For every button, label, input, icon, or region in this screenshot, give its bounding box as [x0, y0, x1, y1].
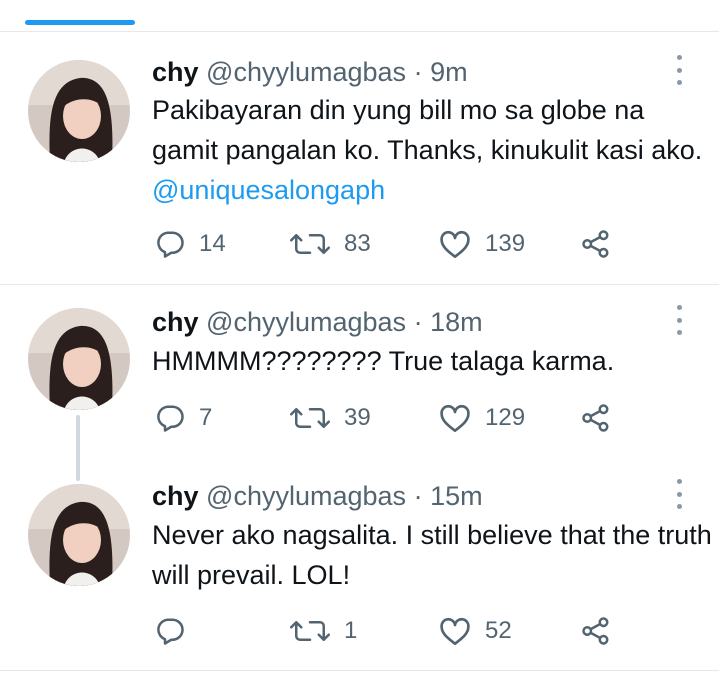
like-button[interactable]: 139	[439, 227, 525, 261]
retweet-count: 39	[344, 404, 371, 431]
avatar[interactable]	[28, 60, 130, 162]
avatar[interactable]	[28, 484, 130, 586]
retweet-icon	[290, 621, 330, 641]
active-tab-indicator	[25, 20, 135, 25]
more-options-icon[interactable]	[672, 479, 686, 509]
share-icon	[582, 230, 609, 258]
share-button[interactable]	[580, 401, 612, 435]
separator-dot: ·	[413, 307, 423, 337]
retweet-icon	[290, 234, 330, 254]
user-handle[interactable]: @chyylumagbas	[206, 481, 406, 511]
top-divider	[0, 31, 719, 32]
like-icon	[440, 231, 470, 258]
separator-dot: ·	[413, 481, 423, 511]
share-button[interactable]	[580, 227, 612, 261]
retweet-count: 83	[344, 230, 371, 257]
tweet-actions: 1 52	[152, 614, 622, 648]
retweet-button[interactable]: 1	[290, 614, 357, 648]
tweet-time[interactable]: 18m	[430, 307, 483, 337]
tweet-text-content: Pakibayaran din yung bill mo sa globe na…	[152, 95, 703, 165]
retweet-button[interactable]: 39	[290, 401, 371, 435]
display-name[interactable]: chy	[152, 57, 199, 87]
display-name[interactable]: chy	[152, 481, 199, 511]
tweet-text: Never ako nagsalita. I still believe tha…	[152, 515, 712, 595]
user-handle[interactable]: @chyylumagbas	[206, 57, 406, 87]
tweet-actions: 7 39 129	[152, 401, 622, 435]
reply-count: 14	[199, 230, 226, 257]
reply-icon	[157, 231, 184, 258]
display-name[interactable]: chy	[152, 307, 199, 337]
like-icon	[440, 405, 470, 432]
tweet-text: HMMMM???????? True talaga karma.	[152, 341, 712, 381]
tweet-time[interactable]: 9m	[430, 57, 468, 87]
like-count: 52	[485, 617, 512, 644]
thread-connector	[76, 415, 80, 481]
mention-link[interactable]: @uniquesalongaph	[152, 175, 385, 205]
separator-dot: ·	[413, 57, 423, 87]
reply-button[interactable]	[155, 614, 199, 648]
like-button[interactable]: 129	[439, 401, 525, 435]
tweet-text: Pakibayaran din yung bill mo sa globe na…	[152, 90, 712, 210]
reply-icon	[157, 618, 184, 645]
bottom-divider	[0, 670, 719, 671]
tweet-text-content: Never ako nagsalita. I still believe tha…	[152, 520, 712, 590]
tweet-divider	[0, 284, 719, 285]
like-icon	[440, 618, 470, 646]
share-button[interactable]	[580, 614, 612, 648]
tweet-header: chy @chyylumagbas · 18m	[152, 306, 483, 338]
like-count: 139	[485, 230, 526, 257]
reply-button[interactable]: 14	[155, 227, 226, 261]
user-handle[interactable]: @chyylumagbas	[206, 307, 406, 337]
share-icon	[582, 404, 609, 432]
more-options-icon[interactable]	[672, 305, 686, 335]
like-count: 129	[485, 404, 526, 431]
reply-icon	[157, 405, 184, 432]
share-icon	[582, 617, 609, 645]
more-options-icon[interactable]	[672, 55, 686, 85]
tweet-header: chy @chyylumagbas · 15m	[152, 480, 483, 512]
retweet-icon	[290, 408, 330, 428]
reply-button[interactable]: 7	[155, 401, 212, 435]
retweet-button[interactable]: 83	[290, 227, 371, 261]
reply-count: 7	[199, 404, 213, 431]
retweet-count: 1	[344, 617, 358, 644]
tweet-time[interactable]: 15m	[430, 481, 483, 511]
tweet-actions: 14 83 139	[152, 227, 622, 261]
tweet-text-content: HMMMM???????? True talaga karma.	[152, 346, 615, 376]
tweet-header: chy @chyylumagbas · 9m	[152, 56, 468, 88]
avatar[interactable]	[28, 308, 130, 410]
like-button[interactable]: 52	[439, 614, 512, 648]
